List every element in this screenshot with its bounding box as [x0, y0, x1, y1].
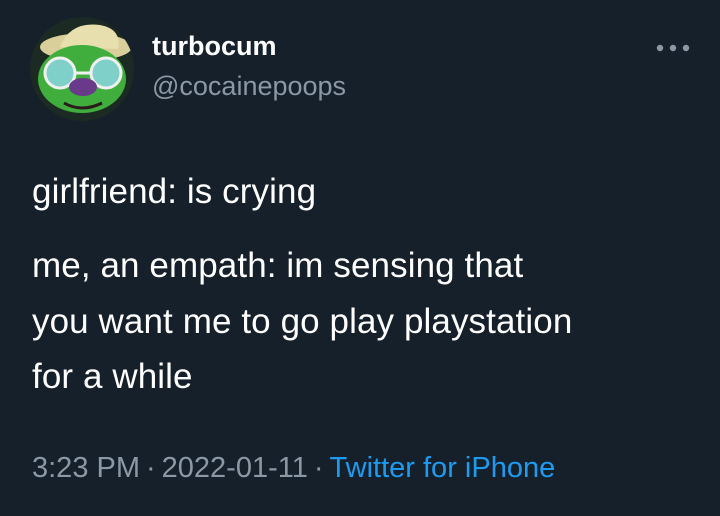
user-handle[interactable]: @cocainepoops — [152, 71, 346, 102]
tweet-text-line: me, an empath: im sensing that — [32, 246, 524, 285]
tweet-time[interactable]: 3:23 PM — [32, 452, 140, 484]
tweet-source-link[interactable]: Twitter for iPhone — [330, 452, 556, 484]
meta-separator: · — [146, 452, 156, 484]
more-icon[interactable] — [652, 36, 694, 60]
tweet-text-line: girlfriend: is crying — [32, 172, 317, 211]
tweet: turbocum @cocainepoops girlfriend: is cr… — [0, 0, 720, 516]
meta-separator: · — [313, 452, 324, 484]
tweet-text-line: for a while — [32, 357, 193, 396]
tweet-text-line: you want me to go play playstation — [32, 302, 573, 341]
tweet-date[interactable]: 2022-01-11 — [162, 452, 308, 484]
display-name[interactable]: turbocum — [152, 31, 277, 62]
tweet-meta: 3:23 PM · 2022-01-11 · Twitter for iPhone — [32, 452, 555, 485]
avatar[interactable] — [30, 17, 134, 121]
